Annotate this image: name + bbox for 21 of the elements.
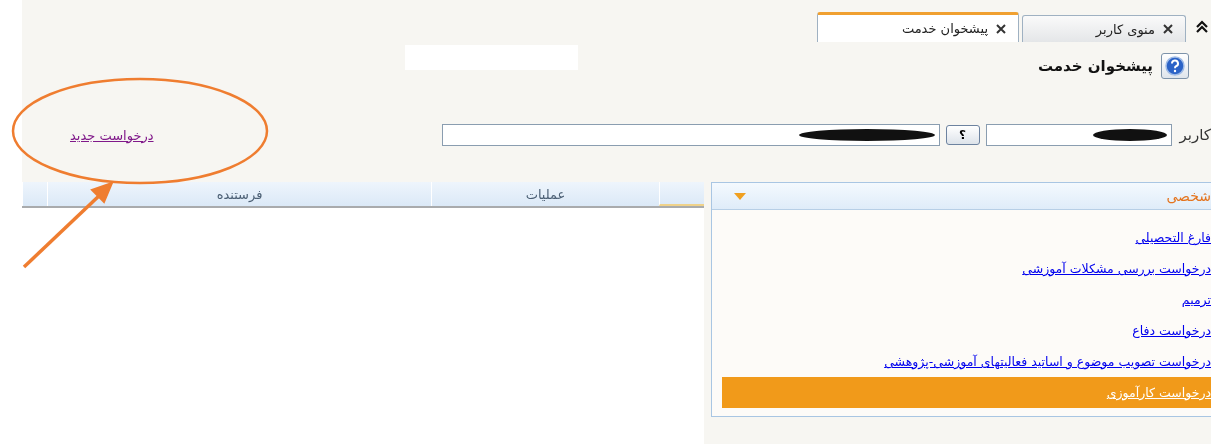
new-request-link[interactable]: درخواست جدید	[70, 127, 154, 143]
service-link[interactable]: فارغ التحصیلی	[722, 222, 1211, 253]
service-link[interactable]: ترمیم	[722, 284, 1211, 315]
input-field[interactable]	[985, 124, 1172, 146]
close-icon[interactable]	[996, 23, 1006, 34]
input-field[interactable]	[441, 124, 940, 146]
field-label: کاربر	[1179, 126, 1211, 144]
header-cell	[659, 182, 704, 206]
column-header[interactable]: فرستنده	[216, 186, 263, 202]
page-title: پیشخوان خدمت	[1037, 57, 1153, 75]
collapse-icon[interactable]	[1195, 20, 1209, 34]
tab[interactable]: پیشخوان خدمت	[817, 12, 1019, 42]
help-button[interactable]	[1161, 53, 1189, 79]
service-link[interactable]: درخواست تصویب موضوع و اساتید فعالیتهای آموزشی-پژوهشی	[722, 346, 1211, 377]
service-link[interactable]: درخواست بررسی مشکلات آموزشی	[722, 253, 1211, 284]
service-link[interactable]: درخواست دفاع	[722, 315, 1211, 346]
column-header[interactable]: عملیات	[525, 186, 566, 202]
close-icon[interactable]	[1163, 24, 1173, 34]
tab[interactable]: منوی کاربر	[1022, 15, 1186, 42]
panel-title: شخصی	[1166, 188, 1211, 204]
lookup-button[interactable]: ؟	[945, 125, 980, 145]
